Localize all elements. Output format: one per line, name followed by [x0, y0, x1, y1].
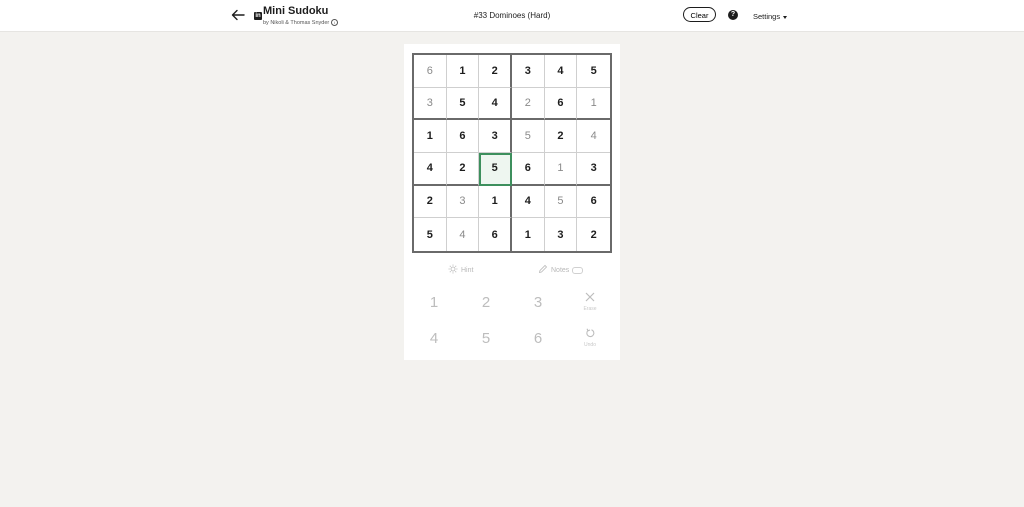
cell-r4-c4[interactable]: 6 [512, 153, 545, 186]
cell-r6-c3[interactable]: 6 [479, 218, 512, 251]
cell-r1-c4[interactable]: 3 [512, 55, 545, 88]
cell-r5-c2[interactable]: 3 [446, 185, 480, 219]
cell-r2-c4[interactable]: 2 [512, 87, 545, 121]
cell-r1-c6[interactable]: 5 [577, 55, 610, 88]
cell-r5-c4[interactable]: 4 [512, 185, 545, 219]
top-bar: in Mini Sudoku by Nikoli & Thomas Snyder… [0, 0, 1024, 32]
undo-button[interactable]: Undo [572, 324, 608, 352]
settings-label: Settings [753, 12, 781, 21]
clear-button[interactable]: Clear [683, 7, 716, 22]
cell-r4-c5[interactable]: 1 [544, 153, 578, 186]
hint-label: Hint [461, 266, 474, 274]
puzzle-title: #33 Dominoes (Hard) [473, 11, 551, 20]
sudoku-board: 612345354261163524425613231456546132 [412, 53, 612, 253]
cell-r5-c1[interactable]: 2 [414, 185, 447, 219]
keypad-3[interactable]: 3 [520, 288, 556, 316]
cell-r3-c2[interactable]: 6 [446, 120, 480, 153]
byline-text: by Nikoli & Thomas Snyder [263, 19, 330, 26]
keypad-6-label: 6 [533, 329, 543, 347]
cell-r5-c5[interactable]: 5 [544, 185, 578, 219]
notes-toggle[interactable]: Notes [538, 264, 584, 276]
keypad-1[interactable]: 1 [416, 288, 452, 316]
cell-r2-c2[interactable]: 5 [446, 87, 480, 121]
pencil-icon [538, 264, 548, 276]
game-panel: 612345354261163524425613231456546132 Hin… [404, 44, 620, 360]
cell-r1-c1[interactable]: 6 [414, 55, 447, 88]
keypad-3-label: 3 [533, 293, 543, 311]
cell-r1-c2[interactable]: 1 [446, 55, 480, 88]
cell-r5-c6[interactable]: 6 [577, 186, 610, 219]
notes-label: Notes [551, 266, 570, 274]
undo-icon [585, 328, 595, 341]
keypad-2-label: 2 [481, 293, 491, 311]
undo-label: Undo [584, 342, 596, 348]
cell-r6-c4[interactable]: 1 [512, 218, 545, 251]
cell-r1-c5[interactable]: 4 [544, 55, 578, 88]
keypad-5[interactable]: 5 [468, 324, 504, 352]
keypad-5-label: 5 [481, 329, 491, 347]
cell-r3-c1[interactable]: 1 [414, 120, 447, 153]
keypad-4-label: 4 [429, 329, 439, 347]
hint-button[interactable]: Hint [448, 264, 473, 276]
cell-r2-c1[interactable]: 3 [414, 87, 447, 121]
cell-r6-c2[interactable]: 4 [447, 218, 480, 251]
cell-r4-c6[interactable]: 3 [577, 153, 610, 186]
cell-r3-c5[interactable]: 2 [544, 120, 578, 153]
cell-r5-c3[interactable]: 1 [479, 185, 512, 219]
cell-r4-c3[interactable]: 5 [479, 153, 512, 186]
settings-menu[interactable]: Settings [753, 12, 788, 21]
keypad-4[interactable]: 4 [416, 324, 452, 352]
cell-r2-c6[interactable]: 1 [577, 88, 610, 121]
byline: by Nikoli & Thomas Snyder i [263, 19, 339, 26]
cell-r1-c3[interactable]: 2 [479, 55, 512, 88]
cell-r2-c5[interactable]: 6 [544, 87, 578, 121]
cell-r3-c4[interactable]: 5 [512, 120, 545, 153]
info-icon[interactable]: i [331, 19, 339, 26]
keypad-1-label: 1 [429, 293, 439, 311]
notes-switch[interactable] [572, 266, 584, 274]
close-icon [585, 292, 595, 305]
help-icon[interactable]: ? [728, 10, 738, 20]
cell-r6-c1[interactable]: 5 [414, 218, 447, 251]
erase-button[interactable]: Erase [572, 288, 608, 316]
cell-r4-c2[interactable]: 2 [446, 153, 480, 186]
tool-row: Hint Notes [404, 264, 620, 278]
cell-r6-c6[interactable]: 2 [577, 218, 610, 251]
cell-r3-c6[interactable]: 4 [577, 120, 610, 153]
lightbulb-icon [448, 264, 458, 276]
cell-r2-c3[interactable]: 4 [479, 87, 512, 121]
keypad-2[interactable]: 2 [468, 288, 504, 316]
keypad-6[interactable]: 6 [520, 324, 556, 352]
cell-r6-c5[interactable]: 3 [545, 218, 578, 251]
cell-r3-c3[interactable]: 3 [479, 120, 512, 153]
cell-r4-c1[interactable]: 4 [414, 153, 447, 186]
chevron-down-icon [783, 15, 788, 19]
erase-label: Erase [583, 306, 597, 312]
